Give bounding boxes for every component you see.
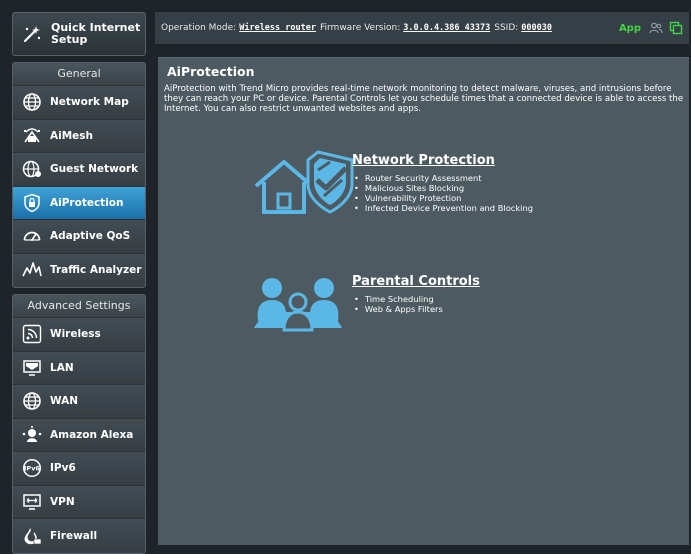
feature-item: Router Security Assessment — [354, 173, 533, 183]
page-title: AiProtection — [167, 64, 255, 79]
general-heading: General — [13, 63, 145, 86]
advanced-settings-heading: Advanced Settings — [13, 295, 145, 318]
house-shield-illustration[interactable] — [254, 150, 356, 216]
firmware-version-label: Firmware Version: — [319, 23, 401, 33]
aiprotection-panel: AiProtection AiProtection with Trend Mic… — [158, 57, 689, 545]
status-bar: Operation Mode: Wireless router Firmware… — [155, 12, 689, 44]
sidebar-item-label: Amazon Alexa — [50, 428, 134, 441]
network-protection-link[interactable]: Network Protection — [352, 153, 495, 168]
ssid-link[interactable]: 000030 — [521, 23, 552, 33]
copy-icon[interactable] — [669, 21, 683, 35]
family-illustration[interactable] — [252, 274, 344, 332]
sidebar-item-label: Firewall — [50, 529, 98, 542]
sidebar-item-guest-network[interactable]: Guest Network — [13, 153, 145, 187]
sidebar-item-wireless[interactable]: Wireless — [13, 318, 145, 352]
sidebar-item-network-map[interactable]: Network Map — [13, 86, 145, 120]
sidebar-item-firewall[interactable]: Firewall — [13, 519, 145, 553]
quick-internet-setup-button[interactable]: Quick Internet Setup — [12, 12, 146, 56]
alexa-icon — [21, 424, 43, 446]
sidebar-item-aimesh[interactable]: AiMesh — [13, 119, 145, 153]
sidebar-item-lan[interactable]: LAN — [13, 351, 145, 385]
feature-item: Web & Apps Filters — [354, 304, 443, 314]
lock-shield-icon — [21, 192, 43, 214]
sidebar-item-wan[interactable]: WAN — [13, 385, 145, 419]
quick-setup-line2: Setup — [51, 33, 88, 46]
sidebar-item-label: Adaptive QoS — [50, 230, 131, 243]
sidebar-item-label: Network Map — [50, 96, 129, 109]
page-description: AiProtection with Trend Micro provides r… — [164, 84, 684, 114]
firmware-version-link[interactable]: 3.0.0.4.386_43373 — [403, 23, 490, 33]
mesh-router-icon — [21, 125, 43, 147]
parental-controls-link[interactable]: Parental Controls — [352, 274, 480, 289]
quick-setup-label: Quick Internet Setup — [51, 22, 140, 46]
globe-icon — [21, 390, 43, 412]
sidebar-item-label: VPN — [50, 495, 75, 508]
feature-item: Infected Device Prevention and Blocking — [354, 203, 533, 213]
sidebar-item-label: Guest Network — [50, 163, 139, 176]
svg-text:IPv6: IPv6 — [24, 465, 40, 473]
operation-mode-label: Operation Mode: — [161, 23, 237, 33]
speedometer-icon — [21, 225, 43, 247]
sidebar-item-label: WAN — [50, 395, 79, 408]
sidebar-item-vpn[interactable]: VPN — [13, 485, 145, 519]
feature-item: Malicious Sites Blocking — [354, 183, 533, 193]
firewall-icon — [21, 525, 43, 547]
sidebar-item-ipv6[interactable]: IPv6 IPv6 — [13, 452, 145, 486]
sidebar-item-label: Wireless — [50, 328, 101, 341]
parental-controls-features: Time Scheduling Web & Apps Filters — [354, 294, 443, 314]
sidebar-item-amazon-alexa[interactable]: Amazon Alexa — [13, 418, 145, 452]
sidebar-item-adaptive-qos[interactable]: Adaptive QoS — [13, 220, 145, 254]
feature-item: Time Scheduling — [354, 294, 443, 304]
sidebar-item-label: Traffic Analyzer — [50, 264, 142, 277]
globe-icon — [21, 91, 43, 113]
feature-item: Vulnerability Protection — [354, 193, 533, 203]
ssid-label: SSID: — [494, 23, 519, 33]
sidebar-item-label: AiProtection — [50, 196, 124, 209]
general-menu: General Network Map AiMesh Guest Network… — [12, 62, 146, 288]
wifi-icon — [21, 323, 43, 345]
vpn-icon — [21, 491, 43, 513]
sidebar-item-label: IPv6 — [50, 462, 76, 475]
users-icon[interactable] — [649, 21, 663, 35]
ipv6-icon: IPv6 — [21, 457, 43, 479]
operation-mode-link[interactable]: Wireless router — [239, 23, 316, 33]
guest-globe-icon — [21, 158, 43, 180]
monitor-icon — [21, 357, 43, 379]
app-link[interactable]: App — [619, 23, 641, 34]
wand-icon — [19, 21, 45, 47]
sidebar-item-traffic-analyzer[interactable]: Traffic Analyzer — [13, 253, 145, 287]
sidebar-item-label: LAN — [50, 361, 74, 374]
analyzer-icon — [21, 259, 43, 281]
sidebar-item-aiprotection[interactable]: AiProtection — [13, 186, 145, 220]
advanced-settings-menu: Advanced Settings Wireless LAN WAN Amazo… — [12, 294, 146, 554]
network-protection-features: Router Security Assessment Malicious Sit… — [354, 173, 533, 213]
sidebar-item-label: AiMesh — [50, 129, 94, 142]
